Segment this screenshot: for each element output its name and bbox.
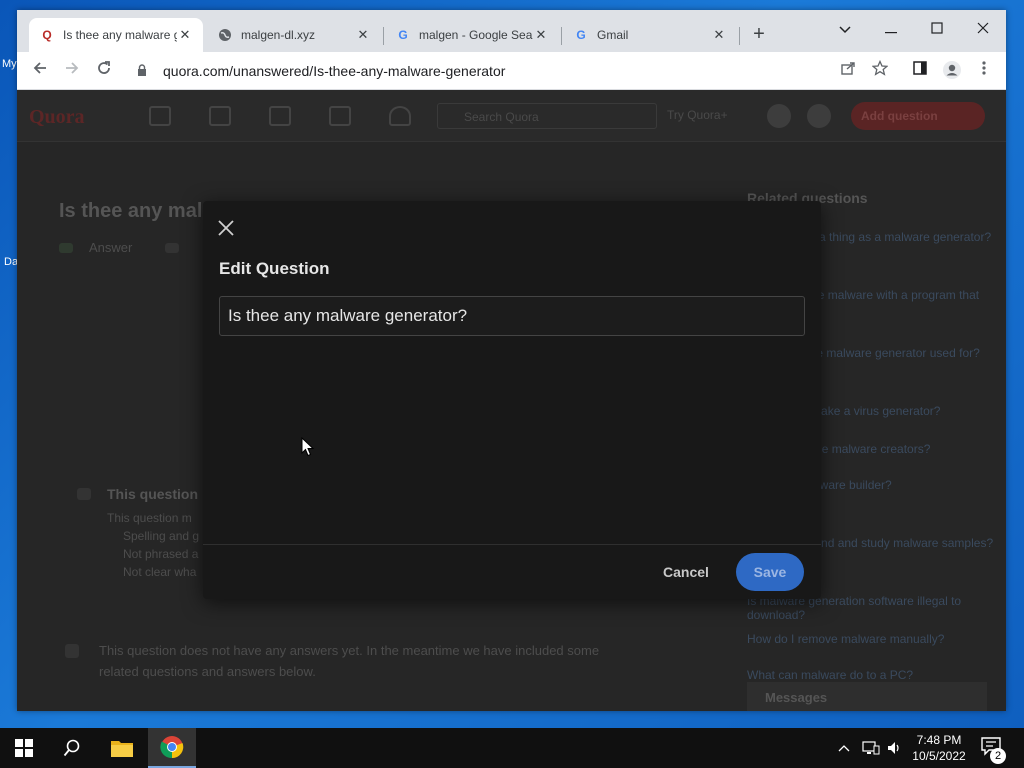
forward-button[interactable]: [61, 60, 83, 82]
reload-button[interactable]: [93, 60, 115, 82]
tab-gmail[interactable]: G Gmail ✕: [563, 18, 737, 52]
home-icon[interactable]: [149, 106, 171, 126]
tab-close-icon[interactable]: ✕: [533, 27, 549, 43]
browser-toolbar: quora.com/unanswered/Is-thee-any-malware…: [17, 52, 1006, 90]
tab-google-search[interactable]: G malgen - Google Search ✕: [385, 18, 559, 52]
file-explorer-icon[interactable]: [98, 728, 146, 768]
lock-icon[interactable]: [137, 63, 157, 79]
warning-line: This question m: [107, 511, 192, 525]
modal-title: Edit Question: [219, 259, 330, 278]
chrome-taskbar-icon[interactable]: [148, 728, 196, 768]
messages-panel[interactable]: Messages: [747, 682, 987, 711]
show-hidden-icons-button[interactable]: [838, 728, 850, 768]
warning-line: Spelling and g: [123, 529, 200, 543]
back-button[interactable]: [29, 60, 51, 82]
modal-divider: [203, 544, 821, 545]
clock-date: 10/5/2022: [912, 749, 966, 763]
tab-close-icon[interactable]: ✕: [355, 27, 371, 43]
language-globe-icon[interactable]: [807, 104, 831, 128]
google-icon: G: [398, 28, 408, 42]
messages-label: Messages: [765, 690, 828, 705]
tab-malgen-dl[interactable]: malgen-dl.xyz ✕: [207, 18, 381, 52]
taskbar: 7:48 PM 10/5/2022 2: [0, 728, 1024, 768]
mouse-cursor-icon: [301, 436, 315, 457]
following-icon[interactable]: [209, 106, 231, 126]
related-question-link[interactable]: How do I remove malware manually?: [747, 632, 997, 646]
tab-title: malgen-dl.xyz: [241, 28, 316, 42]
desktop-icon-label[interactable]: My: [2, 58, 17, 70]
system-clock[interactable]: 7:48 PM 10/5/2022: [908, 732, 970, 764]
quora-icon: Q: [42, 28, 52, 42]
close-icon[interactable]: [215, 217, 237, 239]
tab-title: malgen - Google Search: [419, 28, 533, 42]
question-input[interactable]: [219, 296, 805, 336]
save-button[interactable]: Save: [736, 553, 804, 591]
try-quora-plus-button[interactable]: Try Quora+: [667, 108, 728, 122]
related-question-link[interactable]: What can malware do to a PC?: [747, 668, 997, 682]
browser-menu-icon[interactable]: [973, 60, 995, 82]
tab-quora[interactable]: Q Is thee any malware generator? ✕: [29, 18, 203, 52]
search-icon[interactable]: [48, 728, 96, 768]
profile-avatar-icon[interactable]: [941, 60, 963, 82]
tab-title: Is thee any malware generator?: [63, 28, 177, 42]
tab-title: Gmail: [597, 28, 629, 42]
warning-line: Not clear wha: [123, 565, 197, 579]
side-panel-icon[interactable]: [909, 60, 931, 82]
share-icon[interactable]: [837, 60, 859, 82]
warning-title: This question: [107, 486, 198, 502]
question-title: Is thee any mal: [59, 200, 202, 223]
minimize-button[interactable]: [868, 16, 914, 42]
network-icon[interactable]: [862, 728, 880, 768]
quora-logo[interactable]: Quora: [29, 106, 85, 129]
question-title-text: Is thee any mal: [59, 200, 203, 222]
start-button[interactable]: [0, 728, 48, 768]
edit-question-modal: Edit Question Cancel Save: [203, 201, 821, 599]
bookmark-star-icon[interactable]: [869, 59, 891, 82]
answer-button[interactable]: Answer: [89, 240, 132, 255]
new-tab-button[interactable]: +: [749, 24, 769, 44]
spaces-icon[interactable]: [329, 106, 351, 126]
tab-search-button[interactable]: [822, 16, 868, 42]
warning-line: Not phrased a: [123, 547, 199, 561]
quora-header: Quora Search Quora Try Quora+ Add questi…: [17, 90, 1006, 142]
no-answers-text: This question does not have any answers …: [99, 643, 600, 658]
url-text: quora.com/unanswered/Is-thee-any-malware…: [163, 63, 506, 79]
desktop-icon-label[interactable]: Da: [4, 256, 18, 268]
volume-icon[interactable]: [886, 728, 902, 768]
tab-close-icon[interactable]: ✕: [711, 27, 727, 43]
tab-strip: Q Is thee any malware generator? ✕ malge…: [17, 10, 1006, 52]
maximize-button[interactable]: [914, 16, 960, 42]
tab-close-icon[interactable]: ✕: [177, 27, 193, 43]
user-avatar[interactable]: [767, 104, 791, 128]
notification-badge: 2: [990, 748, 1006, 764]
quora-search-input[interactable]: Search Quora: [437, 103, 657, 129]
address-bar[interactable]: quora.com/unanswered/Is-thee-any-malware…: [129, 57, 889, 85]
clock-time: 7:48 PM: [916, 733, 962, 747]
cancel-button[interactable]: Cancel: [663, 564, 709, 580]
add-question-button[interactable]: Add question: [851, 102, 985, 130]
close-window-button[interactable]: [960, 16, 1006, 42]
globe-icon: [217, 27, 233, 43]
answer-icon[interactable]: [269, 106, 291, 126]
notifications-icon[interactable]: [389, 106, 411, 126]
no-answers-text: related questions and answers below.: [99, 664, 316, 679]
google-icon: G: [576, 28, 586, 42]
